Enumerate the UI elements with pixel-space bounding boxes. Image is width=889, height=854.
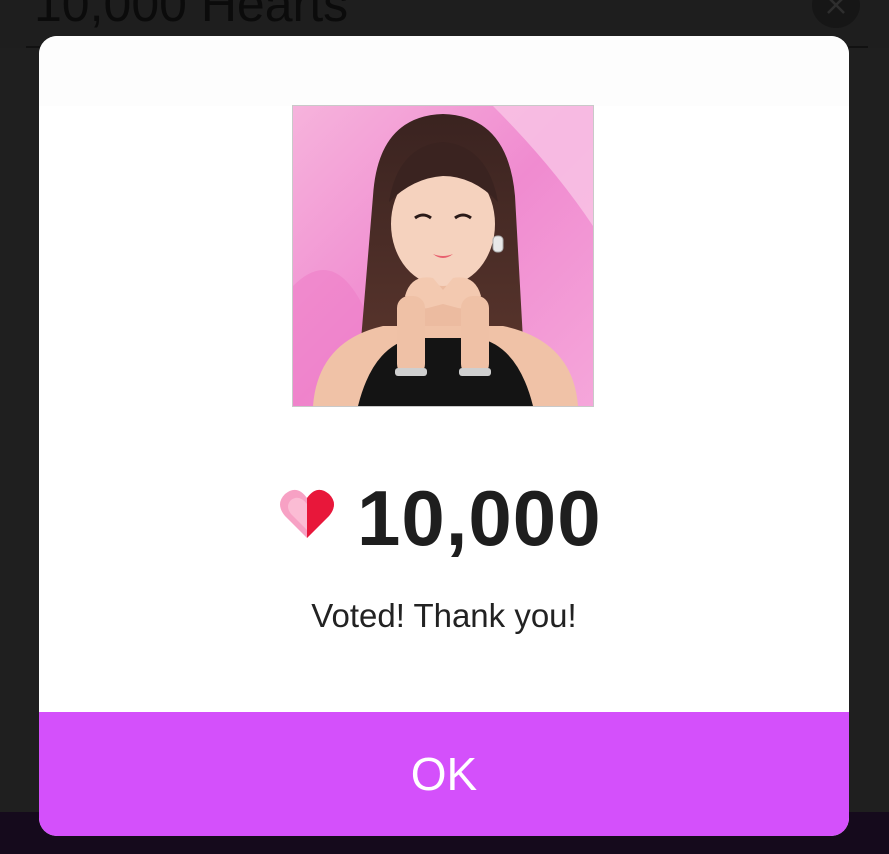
heart-icon (280, 489, 334, 538)
idol-photo (292, 105, 594, 407)
background-title: 10,000 Hearts (34, 0, 349, 32)
ok-button-label: OK (410, 748, 478, 800)
idol-photo-illustration (293, 106, 593, 406)
vote-result-dialog: 10,000 Voted! Thank you! OK (39, 36, 849, 836)
vote-count: 10,000 (357, 474, 602, 562)
vote-count-row: 10,000 (39, 476, 849, 560)
close-button[interactable] (812, 0, 860, 28)
ok-button[interactable]: OK (39, 712, 849, 836)
close-icon (827, 0, 845, 14)
vote-confirmation-message: Voted! Thank you! (311, 597, 577, 634)
dialog-top-band (39, 36, 849, 106)
screen: 10,000 Hearts 10,000 Voted! Thank you! O… (0, 0, 889, 854)
